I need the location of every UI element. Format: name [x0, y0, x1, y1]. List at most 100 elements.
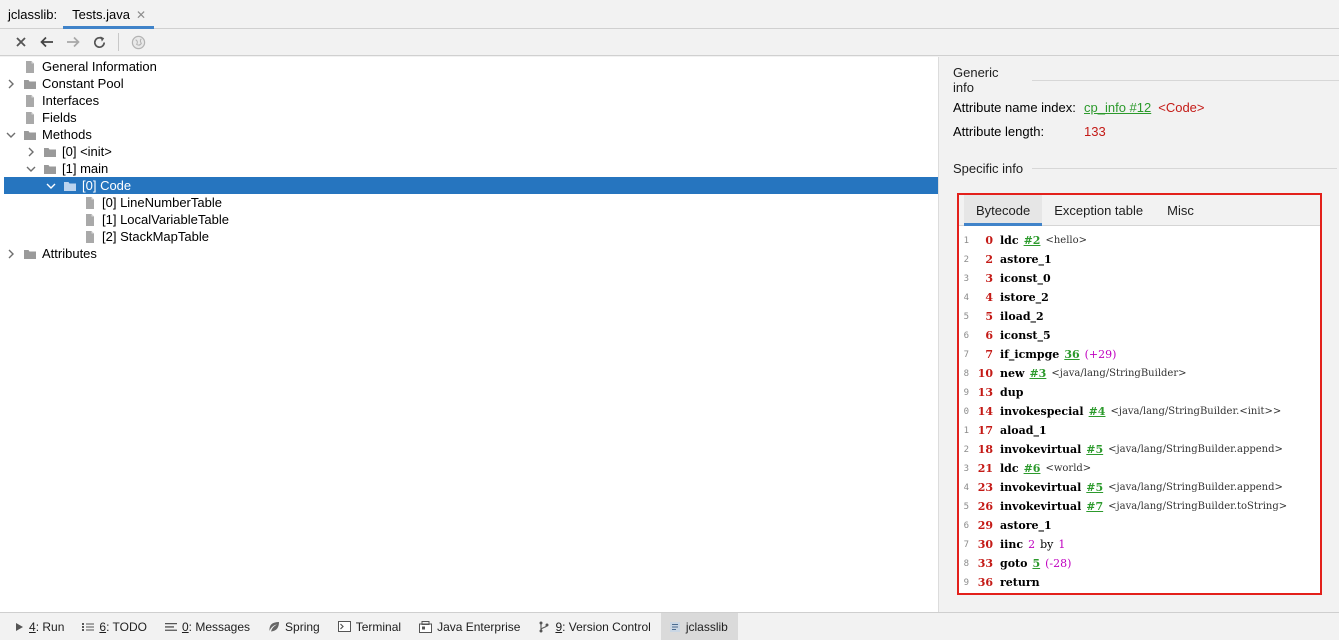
bytecode-line[interactable]: 6 29 astore_1 [959, 516, 1320, 535]
line-number: 7 [963, 349, 969, 360]
tree-node[interactable]: Constant Pool [0, 75, 938, 92]
bytecode-line[interactable]: 8 10 new #3 <java/lang/StringBuilder> [959, 364, 1320, 383]
close-button[interactable] [10, 31, 32, 53]
operand-link[interactable]: #5 [1086, 443, 1103, 456]
operand-link[interactable]: #7 [1086, 500, 1103, 513]
bytecode-listing[interactable]: 1 0 ldc #2 <hello> 2 2 astore_1 3 3 iconst_0 4 4 isto… [959, 226, 1320, 592]
tool-window-button[interactable]: 0: Messages [157, 613, 260, 640]
chevron-down-icon[interactable] [5, 126, 17, 143]
refresh-button[interactable] [88, 31, 110, 53]
operand-link[interactable]: #6 [1024, 462, 1041, 475]
line-number: 6 [963, 520, 969, 531]
line-number: 3 [963, 463, 969, 474]
mnemonic-key: 4 [29, 619, 36, 634]
attribute-name-index-row: Attribute name index: cp_info #12 <Code> [953, 100, 1205, 115]
bytecode-line[interactable]: 4 4 istore_2 [959, 288, 1320, 307]
tree-node[interactable]: Interfaces [0, 92, 938, 109]
spring-icon [268, 621, 280, 633]
tool-window-button[interactable]: Terminal [330, 613, 411, 640]
tree-node[interactable]: General Information [0, 58, 938, 75]
tree-node-label: Constant Pool [42, 76, 124, 91]
arrow-right-icon [67, 36, 80, 48]
opcode: invokespecial [1000, 405, 1084, 418]
folder-icon [23, 128, 37, 142]
bytecode-line[interactable]: 1 17 aload_1 [959, 421, 1320, 440]
tree-node-label: [0] LineNumberTable [102, 195, 222, 210]
tree-node[interactable]: [0] LineNumberTable [0, 194, 938, 211]
bytecode-line[interactable]: 1 0 ldc #2 <hello> [959, 231, 1320, 250]
bytecode-line[interactable]: 5 5 iload_2 [959, 307, 1320, 326]
no-arrow-spacer [65, 194, 77, 211]
bytecode-line[interactable]: 7 30 iinc 2 by 1 [959, 535, 1320, 554]
bytecode-offset: 21 [977, 462, 993, 475]
tool-window-name: : Version Control [562, 619, 651, 634]
no-arrow-spacer [5, 58, 17, 75]
tree-node[interactable]: [1] main [0, 160, 938, 177]
opcode: iload_2 [1000, 310, 1044, 323]
operand-link[interactable]: #2 [1024, 234, 1041, 247]
tree-node[interactable]: [1] LocalVariableTable [0, 211, 938, 228]
line-number: 2 [963, 444, 969, 455]
tool-window-button[interactable]: jclasslib [660, 612, 738, 640]
tool-window-button[interactable]: 6: TODO [74, 613, 157, 640]
tree-node-label: [0] <init> [62, 144, 112, 159]
line-number: 4 [963, 482, 969, 493]
chevron-right-icon[interactable] [5, 75, 17, 92]
operand-link[interactable]: 5 [1032, 557, 1040, 570]
tree-node[interactable]: [0] Code [4, 177, 938, 194]
bytecode-line[interactable]: 7 7 if_icmpge 36 (+29) [959, 345, 1320, 364]
operand-link[interactable]: #5 [1086, 481, 1103, 494]
tree-node-label: [1] main [62, 161, 109, 176]
tab-misc[interactable]: Misc [1155, 195, 1206, 225]
chevron-down-icon[interactable] [45, 177, 57, 194]
bytecode-line[interactable]: 8 33 goto 5 (-28) [959, 554, 1320, 573]
line-number: 6 [963, 330, 969, 341]
tool-window-button[interactable]: 4: Run [6, 613, 74, 640]
tree-node[interactable]: [2] StackMapTable [0, 228, 938, 245]
line-number: 9 [963, 387, 969, 398]
tool-window-name: Spring [285, 619, 320, 634]
bytecode-line[interactable]: 2 2 astore_1 [959, 250, 1320, 269]
back-button[interactable] [36, 31, 58, 53]
bytecode-line[interactable]: 0 14 invokespecial #4 <java/lang/StringBuild… [959, 402, 1320, 421]
tree-node[interactable]: Attributes [0, 245, 938, 262]
tree-node[interactable]: [0] <init> [0, 143, 938, 160]
close-icon[interactable]: ✕ [136, 8, 146, 22]
bytecode-offset: 14 [977, 405, 993, 418]
bytecode-line[interactable]: 4 23 invokevirtual #5 <java/lang/StringBuild… [959, 478, 1320, 497]
operand-link[interactable]: #4 [1089, 405, 1106, 418]
bytecode-line[interactable]: 9 13 dup [959, 383, 1320, 402]
tool-window-button[interactable]: Spring [260, 613, 330, 640]
version-control-icon [538, 621, 550, 633]
tree-node[interactable]: Fields [0, 109, 938, 126]
chevron-down-icon[interactable] [25, 160, 37, 177]
tree-node[interactable]: Methods [0, 126, 938, 143]
bytecode-offset: 17 [977, 424, 993, 437]
bytecode-line[interactable]: 6 6 iconst_5 [959, 326, 1320, 345]
bytecode-line[interactable]: 2 18 invokevirtual #5 <java/lang/StringBuild… [959, 440, 1320, 459]
bytecode-line[interactable]: 3 3 iconst_0 [959, 269, 1320, 288]
operand-link[interactable]: 36 [1064, 348, 1079, 361]
tab-tests-java[interactable]: Tests.java ✕ [63, 0, 154, 29]
cp-info-link[interactable]: cp_info #12 [1084, 100, 1151, 115]
tool-window-button[interactable]: 9: Version Control [530, 613, 660, 640]
browser-button[interactable] [127, 31, 149, 53]
bytecode-line[interactable]: 3 21 ldc #6 <world> [959, 459, 1320, 478]
bytecode-line[interactable]: 5 26 invokevirtual #7 <java/lang/StringBuild… [959, 497, 1320, 516]
tool-window-button[interactable]: Java Enterprise [411, 613, 530, 640]
line-number: 1 [963, 425, 969, 436]
forward-button[interactable] [62, 31, 84, 53]
tab-bytecode[interactable]: Bytecode [964, 195, 1043, 226]
chevron-right-icon[interactable] [5, 245, 17, 262]
section-divider [1031, 79, 1339, 81]
tab-exception-table[interactable]: Exception table [1042, 195, 1155, 225]
operand-link[interactable]: #3 [1029, 367, 1046, 380]
branch-offset: (-28) [1045, 557, 1072, 570]
file-icon [83, 213, 97, 227]
messages-icon [164, 622, 177, 632]
jclasslib-icon [669, 621, 681, 633]
opcode: invokevirtual [1000, 443, 1082, 456]
chevron-right-icon[interactable] [25, 143, 37, 160]
file-icon [83, 230, 97, 244]
bytecode-line[interactable]: 9 36 return [959, 573, 1320, 592]
